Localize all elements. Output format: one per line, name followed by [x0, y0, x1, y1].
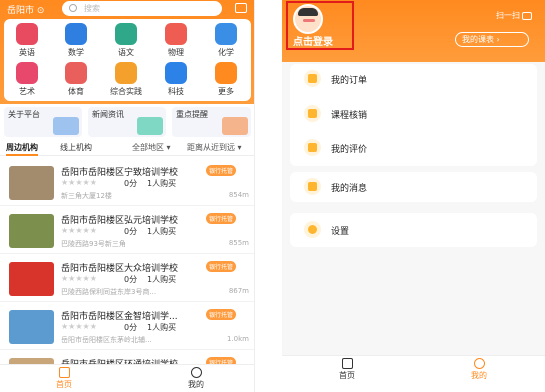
- art-icon: [16, 62, 38, 84]
- home-screen: 岳阳市 ⊙ 搜索 英语 数学 语文 物理 化学 艺术 体育 综合实践 科技 更多…: [0, 0, 255, 392]
- org-score: 0分: [124, 179, 138, 188]
- menu-card-main: 我的订单 课程核销 我的评价: [290, 64, 537, 166]
- chinese-icon: [115, 23, 137, 45]
- promo-row: 关于平台 新闻资讯 重点提醒: [4, 107, 251, 137]
- notice-icon: [222, 117, 248, 135]
- highlight-box: [286, 1, 354, 50]
- org-tabs: 周边机构 线上机构 全部地区 ▾ 距离从近到远 ▾: [0, 140, 254, 156]
- tech-icon: [165, 62, 187, 84]
- category-sports[interactable]: 体育: [56, 62, 96, 97]
- org-name: 岳阳市岳阳楼区大众培训学校: [61, 264, 179, 274]
- org-name: 岳阳市岳阳楼区宁致培训学校: [61, 168, 179, 178]
- menu-card-settings: 设置: [290, 213, 537, 247]
- org-bought: 1人购买: [147, 227, 177, 236]
- category-math[interactable]: 数学: [56, 23, 96, 58]
- list-item[interactable]: 岳阳市岳阳楼区大众培训学校 银行托管 ★★★★★ 0分 1人购买 巴陵西路保利同…: [0, 256, 254, 302]
- category-grid: 英语 数学 语文 物理 化学 艺术 体育 综合实践 科技 更多: [4, 19, 251, 101]
- menu-card-messages: 我的消息: [290, 172, 537, 202]
- tab-nearby[interactable]: 周边机构: [6, 142, 38, 156]
- search-input[interactable]: 搜索: [62, 1, 222, 16]
- message-icon: [304, 178, 321, 195]
- status-badge: 银行托管: [206, 261, 237, 272]
- region-filter[interactable]: 全部地区 ▾: [132, 142, 171, 153]
- org-bought: 1人购买: [147, 179, 177, 188]
- bottom-nav: 首页 我的: [282, 355, 545, 392]
- list-item[interactable]: 岳阳市岳阳楼区宁致培训学校 银行托管 ★★★★★ 0分 1人购买 新三角大厦12…: [0, 160, 254, 206]
- sort-filter[interactable]: 距离从近到远 ▾: [187, 142, 242, 153]
- review-icon: [304, 139, 321, 156]
- org-address: 新三角大厦12楼: [61, 192, 112, 200]
- list-item[interactable]: 岳阳市岳阳楼区弘元培训学校 银行托管 ★★★★★ 0分 1人购买 巴陵西路93号…: [0, 208, 254, 254]
- home-icon: [341, 358, 353, 369]
- scan-icon: [522, 11, 532, 20]
- tab-online[interactable]: 线上机构: [60, 142, 92, 153]
- rating-stars: ★★★★★: [61, 274, 97, 283]
- status-badge: 银行托管: [206, 309, 237, 320]
- sports-icon: [65, 62, 87, 84]
- promo-about[interactable]: 关于平台: [4, 107, 82, 137]
- category-more[interactable]: 更多: [206, 62, 246, 97]
- order-icon: [304, 70, 321, 87]
- rating-stars: ★★★★★: [61, 226, 97, 235]
- org-distance: 855m: [228, 239, 249, 247]
- org-score: 0分: [124, 323, 138, 332]
- chemistry-icon: [215, 23, 237, 45]
- promo-news[interactable]: 新闻资讯: [88, 107, 166, 137]
- rating-stars: ★★★★★: [61, 178, 97, 187]
- org-score: 0分: [124, 275, 138, 284]
- category-english[interactable]: 英语: [7, 23, 47, 58]
- org-bought: 1人购买: [147, 323, 177, 332]
- nav-home[interactable]: 首页: [327, 358, 367, 381]
- org-name: 岳阳市岳阳楼区弘元培训学校: [61, 216, 179, 226]
- category-chinese[interactable]: 语文: [106, 23, 146, 58]
- org-name: 岳阳市岳阳楼区金智培训学...: [61, 312, 178, 322]
- scan-button[interactable]: 扫一扫: [496, 10, 532, 21]
- list-item[interactable]: 岳阳市岳阳楼区金智培训学... 银行托管 ★★★★★ 0分 1人购买 岳阳市岳阳…: [0, 304, 254, 350]
- scan-icon[interactable]: [235, 3, 247, 13]
- org-distance: 1.0km: [226, 335, 249, 343]
- user-icon: [473, 358, 485, 369]
- category-tech[interactable]: 科技: [156, 62, 196, 97]
- category-practice[interactable]: 综合实践: [104, 62, 148, 97]
- org-distance: 867m: [228, 287, 249, 295]
- settings-icon: [304, 221, 321, 238]
- user-icon: [190, 367, 202, 378]
- nav-mine[interactable]: 我的: [176, 367, 216, 390]
- city-selector[interactable]: 岳阳市 ⊙: [7, 3, 44, 16]
- screenshot: 岳阳市 ⊙ 搜索 英语 数学 语文 物理 化学 艺术 体育 综合实践 科技 更多…: [0, 0, 545, 392]
- category-art[interactable]: 艺术: [7, 62, 47, 97]
- rating-stars: ★★★★★: [61, 322, 97, 331]
- org-distance: 854m: [228, 191, 249, 199]
- org-thumbnail: [9, 310, 54, 344]
- search-placeholder: 搜索: [84, 4, 100, 13]
- bottom-nav: 首页 我的: [0, 364, 254, 392]
- status-badge: 银行托管: [206, 213, 237, 224]
- math-icon: [65, 23, 87, 45]
- english-icon: [16, 23, 38, 45]
- physics-icon: [165, 23, 187, 45]
- category-physics[interactable]: 物理: [156, 23, 196, 58]
- org-address: 巴陵西路93号新三角: [61, 240, 126, 248]
- verify-icon: [304, 105, 321, 122]
- org-address: 岳阳市岳阳楼区东茅岭北辅...: [61, 336, 152, 344]
- status-badge: 银行托管: [206, 165, 237, 176]
- org-thumbnail: [9, 262, 54, 296]
- promo-notice[interactable]: 重点提醒: [172, 107, 251, 137]
- org-thumbnail: [9, 214, 54, 248]
- org-bought: 1人购买: [147, 275, 177, 284]
- org-score: 0分: [124, 227, 138, 236]
- robot-icon: [137, 117, 163, 135]
- search-icon: [69, 4, 77, 12]
- home-icon: [58, 367, 70, 378]
- org-thumbnail: [9, 166, 54, 200]
- practice-icon: [115, 62, 137, 84]
- network-icon: [53, 117, 79, 135]
- schedule-button[interactable]: 我的课表 ›: [455, 32, 529, 47]
- more-icon: [215, 62, 237, 84]
- nav-home[interactable]: 首页: [44, 367, 84, 390]
- nav-mine[interactable]: 我的: [459, 358, 499, 381]
- category-chemistry[interactable]: 化学: [206, 23, 246, 58]
- org-address: 巴陵西路保利同益东岸3号商...: [61, 288, 157, 296]
- profile-screen: 点击登录 扫一扫 我的课表 › 我的订单 课程核销 我的评价 我的消息 设置 首…: [282, 0, 545, 392]
